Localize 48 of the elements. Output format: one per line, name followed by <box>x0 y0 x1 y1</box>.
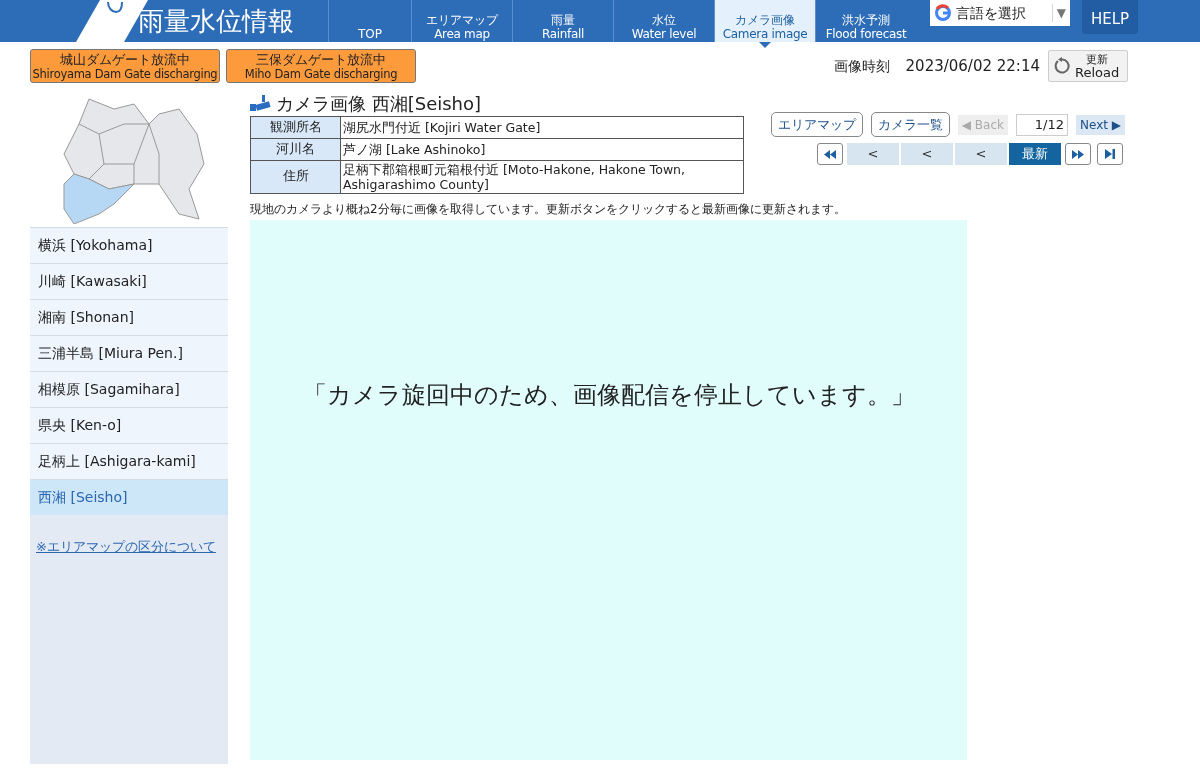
area-map-button[interactable]: エリアマップ <box>770 112 863 137</box>
area-menu-item[interactable]: 三浦半島 [Miura Pen.] <box>30 335 228 371</box>
table-cell: 足柄下郡箱根町元箱根付近 [Moto-Hakone, Hakone Town, Ashigarashimo County] <box>340 160 744 193</box>
table-header-cell: 住所 <box>250 160 341 193</box>
nav-tab[interactable]: エリアマップ Area map <box>411 0 512 42</box>
step-button[interactable]: < <box>847 143 899 165</box>
step-button[interactable]: 最新 <box>1009 143 1061 165</box>
notice-text: 現地のカメラより概ね2分毎に画像を取得しています。更新ボタンをクリックすると最新画像に更新されます。 <box>250 200 847 218</box>
area-menu-item[interactable]: 横浜 [Yokohama] <box>30 227 228 263</box>
help-button[interactable]: HELP <box>1082 0 1138 34</box>
page-counter: 1/12 <box>1016 113 1068 136</box>
alert-badge: 城山ダムゲート放流中 Shiroyama Dam Gate discharging <box>30 49 220 83</box>
language-select[interactable]: 言語を選択 ▼ <box>930 0 1070 26</box>
step-button[interactable]: < <box>955 143 1007 165</box>
camera-icon <box>250 95 272 111</box>
next-button[interactable]: Next ▶ <box>1076 114 1125 135</box>
alert-badge: 三保ダムゲート放流中 Miho Dam Gate discharging <box>226 49 416 83</box>
reload-button[interactable]: 更新 Reload <box>1048 50 1128 82</box>
rewind-icon <box>824 149 836 159</box>
area-map-info-link[interactable]: ※エリアマップの区分について <box>36 537 228 557</box>
area-menu-item[interactable]: 県央 [Ken-o] <box>30 407 228 443</box>
table-header-cell: 観測所名 <box>250 116 341 139</box>
pointer-icon <box>759 42 771 48</box>
area-menu-item[interactable]: 西湘 [Seisho] <box>30 479 228 515</box>
timestamp-label: 画像時刻 <box>833 56 890 76</box>
reload-icon <box>1053 57 1071 75</box>
nav-button[interactable] <box>1097 143 1123 165</box>
nav-button[interactable] <box>1065 143 1091 165</box>
nav-tab[interactable]: TOP <box>328 0 411 42</box>
nav-tab[interactable]: 洪水予測 Flood forecast <box>815 0 916 42</box>
fast-forward-icon <box>1072 149 1084 159</box>
timestamp-value: 2023/06/02 22:14 <box>905 55 1040 77</box>
area-menu-item[interactable]: 相模原 [Sagamihara] <box>30 371 228 407</box>
area-menu-item[interactable]: 足柄上 [Ashigara-kami] <box>30 443 228 479</box>
camera-list-button[interactable]: カメラ一覧 <box>870 112 950 137</box>
site-title: 雨量水位情報 <box>138 8 295 34</box>
nav-button[interactable] <box>817 143 843 165</box>
skip-end-icon <box>1105 149 1115 159</box>
table-cell: 芦ノ湖 [Lake Ashinoko] <box>340 138 744 160</box>
table-header-cell: 河川名 <box>250 138 341 160</box>
area-menu-item[interactable]: 川崎 [Kawasaki] <box>30 263 228 299</box>
area-menu-item[interactable]: 湘南 [Shonan] <box>30 299 228 335</box>
step-button[interactable]: < <box>901 143 953 165</box>
google-icon <box>934 4 952 22</box>
table-cell: 湖尻水門付近 [Kojiri Water Gate] <box>340 116 744 139</box>
status-message: 「カメラ旋回中のため、画像配信を停止しています。」 <box>302 379 915 411</box>
nav-tab[interactable]: 雨量 Rainfall <box>512 0 613 42</box>
page-title: カメラ画像 西湘[Seisho] <box>276 91 482 116</box>
